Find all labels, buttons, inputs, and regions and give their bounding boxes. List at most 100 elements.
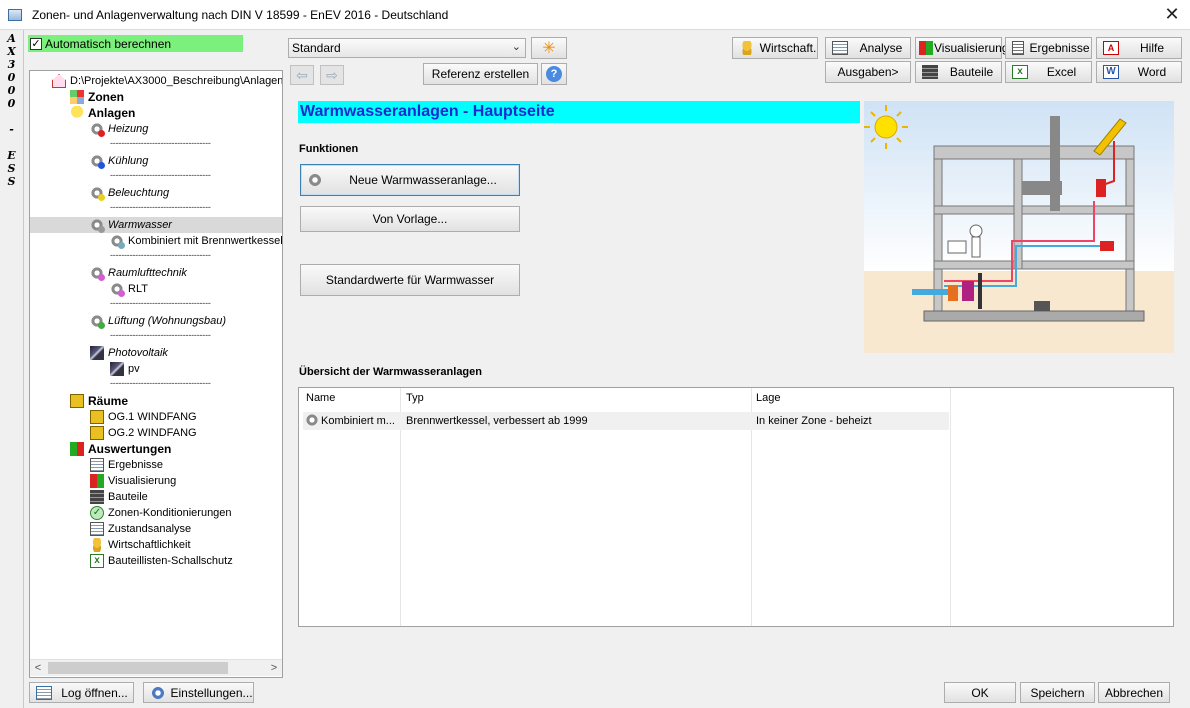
scroll-right-icon[interactable]: > [266,660,282,677]
tree-item-ergebnisse[interactable]: Ergebnisse [90,457,163,473]
document-icon [832,41,848,55]
back-button[interactable]: ⇦ [290,65,314,85]
tree-item-zonen[interactable]: Zonen [70,89,124,105]
tree-item-label: Wirtschaftlichkeit [108,539,191,551]
word-label: Word [1137,65,1167,79]
air-gear-icon [90,314,105,329]
tree-item-raeume[interactable]: Räume [70,393,128,409]
table-row[interactable]: Kombiniert m... Brennwertkessel, verbess… [303,412,949,430]
overview-heading: Übersicht der Warmwasseranlagen [299,366,482,378]
word-icon: W [1103,65,1119,79]
side-letter: 0 [7,71,16,84]
forward-button[interactable]: ⇨ [320,65,344,85]
ok-button[interactable]: OK [944,682,1016,703]
settings-label: Einstellungen... [170,685,253,700]
wirtschaft-label: Wirtschaft. [759,41,817,55]
scroll-thumb[interactable] [48,662,228,674]
rlt-gear-icon [110,282,125,297]
tree-item-label: Ergebnisse [108,459,164,471]
autocalc-checkbox[interactable]: ✓ Automatisch berechnen [28,35,243,52]
ergebnisse-button[interactable]: Ergebnisse [1005,37,1092,59]
document-icon [90,522,104,536]
wirtschaft-button[interactable]: Wirtschaft. [732,37,818,59]
coins-icon [739,41,755,55]
save-button[interactable]: Speichern [1020,682,1095,703]
close-icon[interactable]: ✕ [1162,4,1182,24]
tree-item-bauteillisten[interactable]: x Bauteillisten-Schallschutz [90,553,233,569]
tree-item-bauteile[interactable]: Bauteile [90,489,148,505]
tree-item-heizung[interactable]: Heizung [90,121,148,137]
gear-icon [307,173,323,187]
open-log-button[interactable]: Log öffnen... [29,682,134,703]
bulb-icon [70,106,84,120]
hot-water-gear-icon [90,218,105,233]
excel-button[interactable]: x Excel [1005,61,1092,83]
tree-item-room2[interactable]: OG.2 WINDFANG [90,425,197,441]
tree-item-raumlufttechnik[interactable]: Raumlufttechnik [90,265,187,281]
tree-item-anlagen[interactable]: Anlagen [70,105,135,121]
referenz-erstellen-button[interactable]: Referenz erstellen [423,63,538,85]
column-header-typ[interactable]: Typ [406,392,424,404]
bauteile-button[interactable]: Bauteile [915,61,1002,83]
tree-root[interactable]: D:\Projekte\AX3000_Beschreibung\Anlagen [52,73,282,89]
hilfe-label: Hilfe [1139,41,1164,55]
hot-water-systems-table[interactable]: Name Typ Lage Kombiniert m... Brennwertk… [298,387,1174,627]
ventilation-gear-icon [90,266,105,281]
side-letter [0,110,23,123]
tree-item-kuehlung[interactable]: Kühlung [90,153,148,169]
tree-item-rlt[interactable]: RLT [110,281,148,297]
tree-item-label: OG.2 WINDFANG [108,427,197,439]
building-illustration [864,101,1174,353]
cooling-gear-icon [90,154,105,169]
tree-item-label: Kombiniert mit Brennwertkessel, [128,235,283,247]
row-typ: Brennwertkessel, verbessert ab 1999 [406,415,588,427]
tree-horizontal-scrollbar[interactable]: < > [30,659,282,676]
ausgaben-button[interactable]: Ausgaben> [825,61,911,83]
tree-item-warmwasser-child[interactable]: Kombiniert mit Brennwertkessel, [110,233,283,249]
tree-item-zustandsanalyse[interactable]: Zustandsanalyse [90,521,191,537]
visualisierung-button[interactable]: Visualisierung [915,37,1009,59]
side-letter: S [7,162,16,175]
tree-item-wirtschaftlichkeit[interactable]: Wirtschaftlichkeit [90,537,191,553]
tree-item-beleuchtung[interactable]: Beleuchtung [90,185,169,201]
default-values-button[interactable]: Standardwerte für Warmwasser [300,264,520,296]
tree-item-label: Bauteile [108,491,148,503]
brick-wall-icon [922,65,938,79]
boiler-gear-icon [110,234,125,249]
tree-item-auswertungen[interactable]: Auswertungen [70,441,171,457]
column-divider [950,388,951,626]
new-hot-water-system-button[interactable]: Neue Warmwasseranlage... [300,164,520,196]
word-button[interactable]: W Word [1096,61,1182,83]
check-circle-icon: ✓ [90,506,104,520]
tree-item-zonen-konditionierungen[interactable]: ✓ Zonen-Konditionierungen [90,505,232,521]
preset-dropdown[interactable]: Standard ⌄ [288,38,526,58]
new-preset-button[interactable]: ✳ [531,37,567,59]
cancel-button[interactable]: Abbrechen [1098,682,1170,703]
side-letter: 0 [7,97,16,110]
solar-panel-icon [110,362,124,376]
tree-item-visualisierung[interactable]: Visualisierung [90,473,176,489]
tree-item-room1[interactable]: OG.1 WINDFANG [90,409,197,425]
help-icon: ? [546,66,562,82]
column-header-name[interactable]: Name [306,392,335,404]
excel-icon: x [90,554,104,568]
settings-button[interactable]: Einstellungen... [143,682,254,703]
tree-item-photovoltaik[interactable]: Photovoltaik [90,345,168,361]
tree-separator: ------------------------------------ [110,138,211,148]
side-letter: S [7,175,16,188]
tree-item-warmwasser[interactable]: Warmwasser [30,217,282,233]
tree-item-pv[interactable]: pv [110,361,140,377]
app-icon [8,9,22,21]
project-tree[interactable]: D:\Projekte\AX3000_Beschreibung\Anlagen … [29,70,283,678]
checkbox-check-icon[interactable]: ✓ [30,37,42,50]
column-header-lage[interactable]: Lage [756,392,780,404]
analyse-button[interactable]: Analyse [825,37,911,59]
from-template-button[interactable]: Von Vorlage... [300,206,520,232]
hilfe-button[interactable]: A Hilfe [1096,37,1182,59]
arrow-left-icon: ⇦ [296,67,308,83]
help-button[interactable]: ? [541,63,567,85]
tree-item-lueftung[interactable]: Lüftung (Wohnungsbau) [90,313,226,329]
tree-item-label: Heizung [108,123,149,135]
scroll-left-icon[interactable]: < [30,660,46,677]
chevron-down-icon: ⌄ [511,41,521,53]
